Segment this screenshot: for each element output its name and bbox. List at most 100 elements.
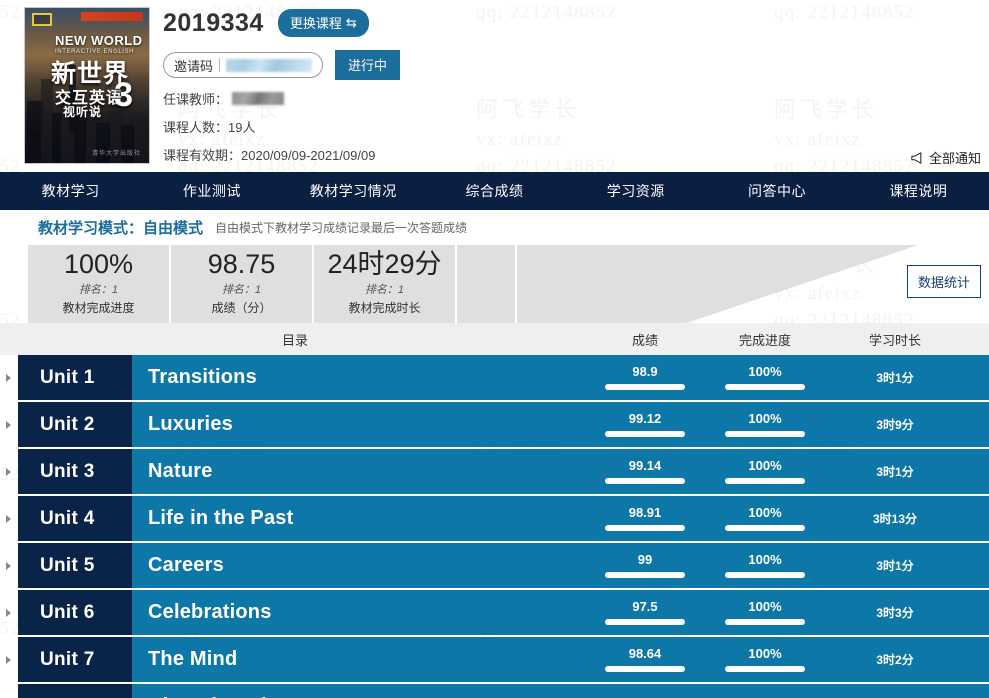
nav-tab-7[interactable]: 课程说明 xyxy=(848,172,989,210)
progress-bar xyxy=(725,619,805,625)
table-row[interactable]: Unit 5Careers99100%3时1分 xyxy=(0,543,989,588)
row-right-pad xyxy=(960,449,978,494)
switch-course-button[interactable]: 更换课程 ⇆ xyxy=(278,9,369,37)
score-value: 99.12 xyxy=(629,412,662,426)
row-expand-arrow-icon[interactable] xyxy=(6,656,11,664)
stat-value: 100% xyxy=(64,250,133,278)
book-cover-image: NEW WORLD INTERACTIVE ENGLISH 新世界 交互英语 视… xyxy=(24,7,150,164)
course-header: NEW WORLD INTERACTIVE ENGLISH 新世界 交互英语 视… xyxy=(0,0,989,172)
nav-tab-5[interactable]: 学习资源 xyxy=(565,172,706,210)
main-nav: 教材学习作业测试 教材学习情况 综合成绩 学习资源 问答中心 课程说明 xyxy=(0,172,989,210)
stat-label: 教材完成时长 xyxy=(348,299,420,316)
cell-score: 97.5 xyxy=(590,600,700,625)
progress-value: 100% xyxy=(748,647,781,661)
nav-tab-1[interactable]: 教材学习 xyxy=(0,172,141,210)
row-body: Celebrations97.5 100% 3时3分 xyxy=(132,590,989,635)
row-body: Nature99.14100%3时1分 xyxy=(132,449,989,494)
unit-title: Nature xyxy=(132,460,590,483)
row-right-pad xyxy=(960,355,978,400)
row-expand-arrow-icon[interactable] xyxy=(6,609,11,617)
unit-title: Luxuries xyxy=(132,413,590,436)
unit-title: Celebrations xyxy=(132,601,590,624)
cell-score: 99.12 xyxy=(590,412,700,437)
stat-value: 98.75 xyxy=(208,250,276,278)
table-row[interactable]: Unit 7The Mind98.64100%3时2分 xyxy=(0,637,989,682)
unit-number-cell: Unit 7 xyxy=(18,637,132,682)
cover-brand-main: NEW WORLD xyxy=(55,33,143,48)
progress-value: 100% xyxy=(748,412,781,426)
column-header-duration: 学习时长 xyxy=(830,330,960,349)
stat-card-2: 98.75 排名：1 成绩（分） xyxy=(171,245,314,323)
unit-title: Careers xyxy=(132,554,590,577)
cover-logo-box xyxy=(32,13,52,26)
progress-value: 100% xyxy=(748,600,781,614)
cell-duration: 3时3分 xyxy=(830,604,960,621)
cell-duration: 3时1分 xyxy=(830,557,960,574)
row-body: Careers99100%3时1分 xyxy=(132,543,989,588)
cell-score: 99 xyxy=(590,553,700,578)
cell-duration: 3时1分 xyxy=(830,369,960,386)
invite-divider xyxy=(219,58,220,72)
table-row[interactable]: Unit 4Life in the Past98.91100%3时13分 xyxy=(0,496,989,541)
data-statistics-button[interactable]: 数据统计 xyxy=(907,265,981,298)
unit-title: Life in the Past xyxy=(132,507,590,530)
stat-value: 24时29分 xyxy=(327,250,441,278)
score-bar xyxy=(605,525,685,531)
stat-card-empty xyxy=(457,245,517,323)
teacher-name-redacted xyxy=(232,92,284,105)
cell-duration: 3时13分 xyxy=(830,510,960,527)
stat-rank: 排名：1 xyxy=(79,281,118,297)
all-notices-label: 全部通知 xyxy=(929,148,981,167)
nav-tab-3[interactable]: 教材学习情况 xyxy=(283,172,424,210)
stats-items: 100% 排名：1 教材完成进度 98.75 排名：1 成绩（分） 24时29分排名：1 教材… xyxy=(28,245,517,323)
cover-section-cn: 视听说 xyxy=(63,103,102,120)
cell-duration: 3时2分 xyxy=(830,651,960,668)
all-notices-button[interactable]: 全部通知 xyxy=(910,148,981,167)
row-expand-arrow-icon[interactable] xyxy=(6,468,11,476)
course-title-row: 2019334 更换课程 ⇆ xyxy=(163,6,400,40)
row-body: The Mind98.64100%3时2分 xyxy=(132,637,989,682)
progress-bar xyxy=(725,431,805,437)
score-value: 98.9 xyxy=(632,365,657,379)
nav-tab-label: 教材学习情况 xyxy=(310,181,397,201)
table-row[interactable]: Unit 2Luxuries99.12100%3时9分 xyxy=(0,402,989,447)
summary-stats-panel: 100% 排名：1 教材完成进度 98.75 排名：1 成绩（分） 24时29分排名：1 教材… xyxy=(0,245,989,323)
cell-score: 98.64 xyxy=(590,647,700,672)
course-status-button[interactable]: 进行中 xyxy=(335,50,400,80)
stat-label: 教材完成进度 xyxy=(62,299,134,316)
nav-tab-label: 学习资源 xyxy=(607,181,665,201)
row-expand-arrow-icon[interactable] xyxy=(6,421,11,429)
cover-publisher: 清华大学出版社 xyxy=(92,148,141,157)
row-right-pad xyxy=(960,684,978,698)
row-expand-arrow-icon[interactable] xyxy=(6,374,11,382)
row-expand-arrow-icon[interactable] xyxy=(6,515,11,523)
unit-title: Transitions xyxy=(132,366,590,389)
table-row[interactable]: Unit 8Changing Places xyxy=(0,684,989,698)
table-header-row: 目录 成绩 完成进度 学习时长 xyxy=(0,323,989,355)
table-row[interactable]: Unit 1Transitions98.9100%3时1分 xyxy=(0,355,989,400)
nav-tab-4[interactable]: 综合成绩 xyxy=(424,172,565,210)
row-body: Life in the Past98.91100%3时13分 xyxy=(132,496,989,541)
nav-tab-6[interactable]: 问答中心 xyxy=(706,172,847,210)
cover-brand-en: NEW WORLD INTERACTIVE ENGLISH xyxy=(55,33,143,55)
row-body: Changing Places xyxy=(132,684,989,698)
progress-value: 100% xyxy=(748,459,781,473)
score-value: 98.91 xyxy=(629,506,662,520)
unit-number-cell: Unit 6 xyxy=(18,590,132,635)
nav-tab-2[interactable]: 作业测试 xyxy=(141,172,282,210)
progress-bar xyxy=(725,666,805,672)
stat-rank: 排名：1 xyxy=(222,281,261,297)
invite-code-row: 邀请码 进行中 xyxy=(163,50,400,80)
table-row[interactable]: Unit 6Celebrations97.5 100% 3时3分 xyxy=(0,590,989,635)
cell-score: 99.14 xyxy=(590,459,700,484)
megaphone-icon xyxy=(910,152,924,164)
invite-code-field[interactable]: 邀请码 xyxy=(163,52,323,78)
cell-progress: 100% xyxy=(700,365,830,390)
unit-number-cell: Unit 5 xyxy=(18,543,132,588)
row-expand-arrow-icon[interactable] xyxy=(6,562,11,570)
nav-tab-label: 问答中心 xyxy=(748,181,806,201)
cell-progress: 100% xyxy=(700,553,830,578)
stat-label: 成绩（分） xyxy=(211,299,271,316)
score-bar xyxy=(605,619,685,625)
table-row[interactable]: Unit 3Nature99.14100%3时1分 xyxy=(0,449,989,494)
